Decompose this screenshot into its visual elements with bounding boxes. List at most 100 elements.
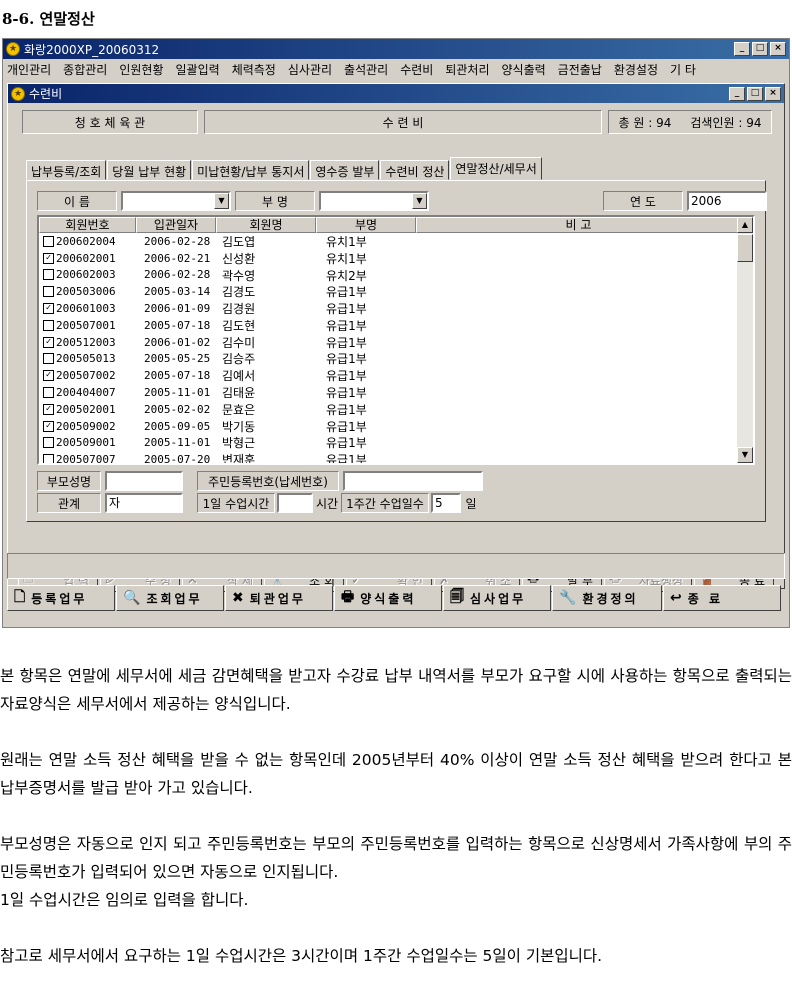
tab-item[interactable]: 납부등록/조회 (26, 160, 107, 180)
year-input[interactable]: 2006 (687, 191, 767, 211)
main-nav-button[interactable]: 🔧 환경정의 (552, 585, 662, 611)
table-row[interactable]: 200503006 2005-03-14 김경도 유급1부 (39, 283, 753, 300)
table-row[interactable]: 200404007 2005-11-01 김태윤 유급1부 (39, 384, 753, 401)
row-checkbox[interactable]: ✓ (43, 303, 54, 315)
nav-icon: 🗋 (14, 589, 26, 605)
tab-item[interactable]: 수련비 정산 (380, 160, 450, 180)
tab-item[interactable]: 미납현황/납부 통지서 (192, 160, 310, 180)
table-row[interactable]: ✓ 200507002 2005-07-18 김예서 유급1부 (39, 367, 753, 384)
main-button-bar: 🗋 등록업무 🔍 조회업무 ✖ 퇴관업무 🖶 양식출력 🗐 심사업무 🔧 환경정의 ↩ 종 료 (7, 585, 782, 611)
row-checkbox[interactable] (43, 454, 54, 463)
menu-item[interactable]: 양식출력 (502, 61, 546, 78)
join-date-cell: 2006-01-02 (144, 335, 211, 349)
table-row[interactable]: 200602004 2006-02-28 김도엽 유치1부 (39, 233, 753, 250)
menu-item[interactable]: 출석관리 (344, 61, 388, 78)
menu-item[interactable]: 환경설정 (614, 61, 658, 78)
column-header[interactable]: 부명 (316, 217, 416, 233)
tab-item[interactable]: 영수증 발부 (310, 160, 380, 180)
rrn-input[interactable] (343, 471, 483, 491)
menu-item[interactable]: 일괄입력 (176, 61, 220, 78)
weekly-days-input[interactable]: 5 (431, 493, 461, 513)
dept-cell: 유치2부 (326, 268, 367, 283)
row-checkbox[interactable]: ✓ (43, 336, 54, 348)
row-checkbox[interactable]: ✓ (43, 252, 54, 264)
table-row[interactable]: ✓ 200502001 2005-02-02 문효은 유급1부 (39, 401, 753, 418)
column-header[interactable]: 회원명 (216, 217, 316, 233)
table-row[interactable]: ✓ 200602001 2006-02-21 신성환 유치1부 (39, 250, 753, 267)
daily-hours-input[interactable] (277, 493, 313, 513)
inner-minimize-button[interactable]: _ (729, 86, 745, 101)
column-header[interactable]: 비 고 (416, 217, 741, 233)
member-id-cell: ✓ 200602001 (39, 252, 136, 265)
scroll-up-icon[interactable]: ▲ (737, 217, 753, 233)
member-name-cell: 신성환 (222, 251, 256, 266)
tab-item[interactable]: 연말정산/세무서 (450, 157, 542, 180)
table-row[interactable]: 200602003 2006-02-28 곽수영 유치2부 (39, 267, 753, 284)
table-row[interactable]: ✓ 200512003 2006-01-02 김수미 유급1부 (39, 334, 753, 351)
close-button[interactable]: × (770, 42, 786, 56)
main-nav-button[interactable]: ↩ 종 료 (663, 585, 781, 611)
column-header[interactable]: 입관일자 (136, 217, 216, 233)
main-nav-button[interactable]: 🖶 양식출력 (334, 585, 442, 611)
row-checkbox[interactable] (43, 437, 54, 449)
app-titlebar: ★ 화랑2000XP_20060312 _ □ × (3, 39, 789, 59)
row-checkbox[interactable] (43, 353, 54, 365)
row-checkbox[interactable]: ✓ (43, 403, 54, 415)
row-checkbox[interactable] (43, 387, 54, 399)
scroll-thumb[interactable] (737, 234, 753, 262)
column-header[interactable]: 회원번호 (39, 217, 136, 233)
menu-item[interactable]: 심사관리 (288, 61, 332, 78)
menu-item[interactable]: 기 타 (670, 61, 696, 78)
menu-item[interactable]: 체력측정 (232, 61, 276, 78)
chevron-down-icon[interactable]: ▼ (214, 193, 229, 209)
inner-maximize-button[interactable]: □ (747, 86, 763, 101)
member-id: 200512003 (56, 335, 116, 349)
table-row[interactable]: 200505013 2005-05-25 김승주 유급1부 (39, 351, 753, 368)
member-id-cell: 200507001 (39, 319, 136, 332)
row-checkbox[interactable] (43, 269, 54, 281)
name-combo[interactable]: ▼ (121, 191, 231, 211)
inner-close-button[interactable]: × (765, 86, 781, 101)
tab-strip: 납부등록/조회 당월 납부 현황 미납현황/납부 통지서 영수증 발부 수련비 정산 연말… (26, 157, 543, 180)
menu-item[interactable]: 금전출납 (558, 61, 602, 78)
main-nav-button[interactable]: 🗐 심사업무 (443, 585, 551, 611)
table-row[interactable]: 200507001 2005-07-18 김도현 유급1부 (39, 317, 753, 334)
table-row[interactable]: ✓ 200509002 2005-09-05 박기동 유급1부 (39, 418, 753, 435)
row-checkbox[interactable] (43, 319, 54, 331)
member-id: 200507001 (56, 318, 116, 332)
dept-combo[interactable]: ▼ (319, 191, 429, 211)
table-row[interactable]: 200507007 2005-07-20 변재훈 유급1부 (39, 451, 753, 463)
days-unit: 일 (465, 496, 477, 511)
nav-button-label: 퇴관업무 (249, 591, 306, 606)
tab-item[interactable]: 당월 납부 현황 (107, 160, 192, 180)
table-row[interactable]: 200509001 2005-11-01 박형근 유급1부 (39, 435, 753, 452)
menu-item[interactable]: 퇴관처리 (445, 61, 489, 78)
row-checkbox[interactable]: ✓ (43, 370, 54, 382)
member-id-cell: 200602003 (39, 268, 136, 281)
menu-item[interactable]: 종합관리 (63, 61, 107, 78)
maximize-button[interactable]: □ (752, 42, 768, 56)
tuition-titlebar: ★ 수련비 _ □ × (8, 84, 784, 103)
parent-name-input[interactable] (105, 471, 183, 491)
main-nav-button[interactable]: ✖ 퇴관업무 (225, 585, 333, 611)
row-checkbox[interactable] (43, 286, 54, 298)
menu-item[interactable]: 인원현황 (119, 61, 163, 78)
menu-item[interactable]: 수련비 (400, 61, 433, 78)
window-logo-icon: ★ (11, 86, 25, 101)
relation-input[interactable]: 자 (105, 493, 183, 513)
row-checkbox[interactable]: ✓ (43, 420, 54, 432)
chevron-down-icon[interactable]: ▼ (412, 193, 427, 209)
menu-item[interactable]: 개인관리 (7, 61, 51, 78)
member-id-cell: 200505013 (39, 352, 136, 365)
nav-icon: ↩ (670, 590, 682, 606)
vertical-scrollbar[interactable]: ▲ ▼ (737, 217, 753, 463)
table-row[interactable]: ✓ 200601003 2006-01-09 김경원 유급1부 (39, 300, 753, 317)
member-name-cell: 박기동 (222, 419, 256, 434)
minimize-button[interactable]: _ (734, 42, 750, 56)
row-checkbox[interactable] (43, 235, 54, 247)
main-nav-button[interactable]: 🗋 등록업무 (7, 585, 115, 611)
section-name: 수 련 비 (204, 110, 602, 134)
scroll-down-icon[interactable]: ▼ (737, 447, 753, 463)
paragraph-4: 1일 수업시간은 임의로 입력을 합니다. (0, 891, 249, 909)
main-nav-button[interactable]: 🔍 조회업무 (116, 585, 224, 611)
